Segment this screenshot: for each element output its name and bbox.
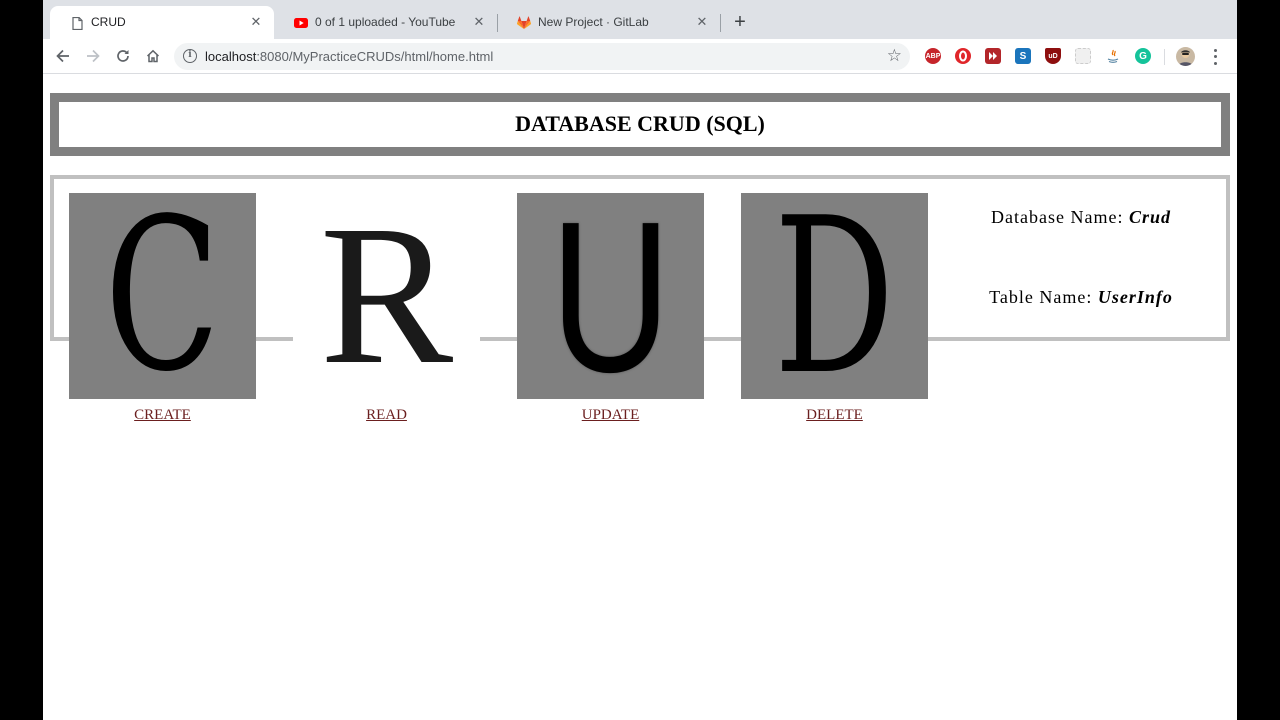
browser-window: CRUD ✕ 0 of 1 uploaded - YouTube ✕ New P… [43, 0, 1237, 720]
update-card: U UPDATE [517, 193, 704, 423]
opera-icon[interactable] [955, 48, 971, 64]
reload-icon [117, 50, 129, 62]
read-card: R READ [293, 193, 480, 423]
read-image[interactable]: R [293, 193, 480, 399]
update-link[interactable]: UPDATE [517, 407, 704, 424]
tab-title: CRUD [91, 15, 126, 29]
tab-title: 0 of 1 uploaded - YouTube [315, 15, 456, 29]
grammarly-icon[interactable]: G [1135, 48, 1151, 64]
toolbar-divider [1164, 49, 1165, 65]
close-icon[interactable]: ✕ [248, 14, 264, 30]
delete-image[interactable]: D [741, 193, 928, 399]
back-button[interactable] [51, 44, 75, 68]
java-icon[interactable] [1105, 48, 1121, 64]
youtube-icon [294, 16, 308, 30]
s-extension-icon[interactable]: S [1015, 48, 1031, 64]
reload-button[interactable] [111, 44, 135, 68]
tab-youtube[interactable]: 0 of 1 uploaded - YouTube ✕ [274, 6, 497, 39]
new-tab-button[interactable]: + [731, 12, 749, 32]
table-name-row: Table Name: UserInfo [941, 287, 1221, 308]
blank-extension-icon[interactable] [1075, 48, 1091, 64]
tab-strip: CRUD ✕ 0 of 1 uploaded - YouTube ✕ New P… [43, 0, 1237, 39]
profile-avatar[interactable] [1176, 47, 1195, 66]
create-card: C CREATE [69, 193, 256, 423]
read-link[interactable]: READ [293, 407, 480, 424]
browser-menu-button[interactable] [1208, 47, 1222, 67]
adblock-icon[interactable]: ABP [925, 48, 941, 64]
create-link[interactable]: CREATE [69, 407, 256, 424]
close-icon[interactable]: ✕ [694, 14, 710, 30]
home-icon [146, 49, 160, 63]
delete-card: D DELETE [741, 193, 928, 423]
page-header: DATABASE CRUD (SQL) [50, 93, 1230, 156]
update-image[interactable]: U [517, 193, 704, 399]
database-name-row: Database Name: Crud [941, 207, 1221, 228]
tab-divider [720, 14, 721, 32]
url-text: localhost:8080/MyPracticeCRUDs/html/home… [205, 49, 494, 64]
database-name-label: Database Name: [991, 207, 1124, 227]
tab-title: New Project · GitLab [538, 15, 649, 29]
ublock-icon[interactable]: uD [1045, 48, 1061, 64]
arrow-right-icon [87, 49, 100, 63]
document-icon [70, 16, 84, 30]
skip-icon[interactable] [985, 48, 1001, 64]
table-name-label: Table Name: [989, 287, 1093, 307]
close-icon[interactable]: ✕ [471, 14, 487, 30]
home-button[interactable] [141, 44, 165, 68]
tab-crud[interactable]: CRUD ✕ [50, 6, 274, 39]
database-name-value: Crud [1128, 207, 1171, 227]
forward-button[interactable] [81, 44, 105, 68]
page-title: DATABASE CRUD (SQL) [515, 111, 765, 136]
browser-toolbar: i localhost:8080/MyPracticeCRUDs/html/ho… [43, 39, 1237, 74]
page-content: DATABASE CRUD (SQL) C CREATE R READ U UP… [43, 75, 1237, 720]
create-image[interactable]: C [69, 193, 256, 399]
address-bar[interactable]: i localhost:8080/MyPracticeCRUDs/html/ho… [174, 43, 910, 70]
bookmark-star-icon[interactable]: ☆ [887, 46, 902, 66]
gitlab-icon [517, 16, 531, 30]
table-name-value: UserInfo [1097, 287, 1173, 307]
delete-link[interactable]: DELETE [741, 407, 928, 424]
tab-gitlab[interactable]: New Project · GitLab ✕ [497, 6, 720, 39]
arrow-left-icon [56, 49, 69, 63]
info-icon[interactable]: i [183, 49, 197, 63]
